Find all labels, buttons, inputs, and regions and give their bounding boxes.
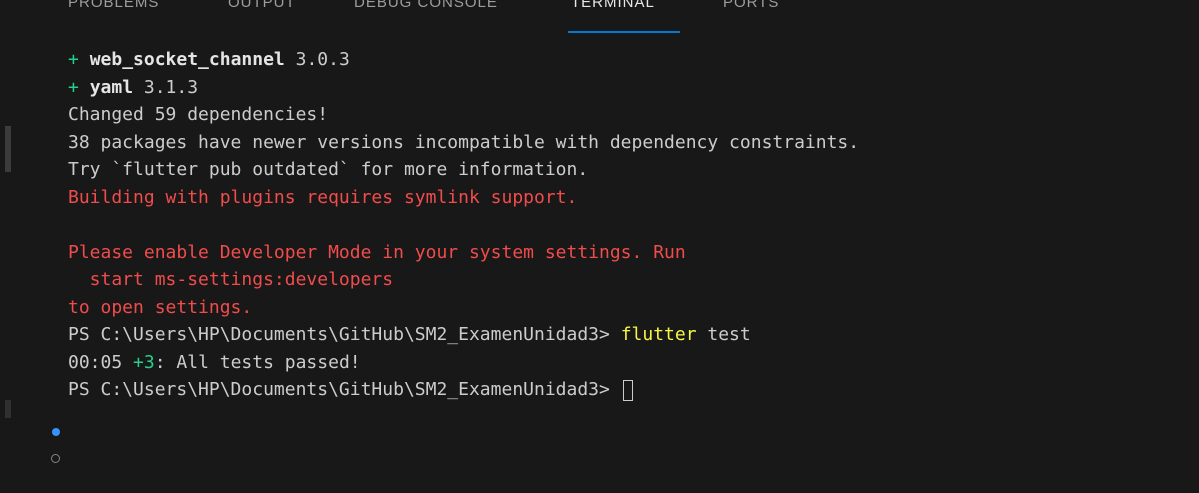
tab-ports[interactable]: PORTS: [723, 0, 779, 11]
terminal-error-line: to open settings.: [68, 296, 253, 318]
tab-debug-console[interactable]: DEBUG CONSOLE: [354, 0, 498, 11]
terminal-line: + yaml 3.1.3: [68, 76, 199, 98]
panel-tab-bar: PROBLEMS OUTPUT DEBUG CONSOLE TERMINAL P…: [0, 0, 1199, 34]
terminal-error-line: Building with plugins requires symlink s…: [68, 186, 578, 208]
terminal-prompt: PS C:\Users\HP\Documents\GitHub\SM2_Exam…: [68, 324, 621, 345]
terminal-cursor: [622, 379, 633, 401]
terminal-gutter-marker: [5, 400, 11, 418]
command-pending-dot-icon[interactable]: [51, 454, 60, 463]
tab-terminal[interactable]: TERMINAL: [571, 0, 655, 11]
terminal-test-result-line: 00:05 +3: All tests passed!: [68, 351, 361, 373]
terminal-scrollbar-thumb[interactable]: [5, 126, 11, 172]
terminal-prompt: PS C:\Users\HP\Documents\GitHub\SM2_Exam…: [68, 379, 621, 400]
terminal-output[interactable]: + web_socket_channel 3.0.3 + yaml 3.1.3 …: [68, 46, 1188, 404]
terminal-line: Changed 59 dependencies!: [68, 104, 329, 125]
terminal-command-line: PS C:\Users\HP\Documents\GitHub\SM2_Exam…: [68, 324, 751, 345]
terminal-error-line: Please enable Developer Mode in your sys…: [68, 241, 686, 263]
terminal-line: + web_socket_channel 3.0.3: [68, 49, 350, 70]
tab-problems[interactable]: PROBLEMS: [68, 0, 159, 11]
terminal-panel: PROBLEMS OUTPUT DEBUG CONSOLE TERMINAL P…: [0, 0, 1199, 493]
terminal-input-line[interactable]: PS C:\Users\HP\Documents\GitHub\SM2_Exam…: [68, 376, 1188, 404]
terminal-command: flutter: [620, 324, 697, 345]
terminal-line: Try `flutter pub outdated` for more info…: [68, 159, 589, 180]
terminal-line: 38 packages have newer versions incompat…: [68, 131, 860, 153]
tab-output[interactable]: OUTPUT: [228, 0, 296, 11]
terminal-error-line: start ms-settings:developers: [68, 269, 394, 290]
active-tab-indicator: [568, 31, 680, 33]
command-success-dot-icon[interactable]: [52, 428, 60, 436]
